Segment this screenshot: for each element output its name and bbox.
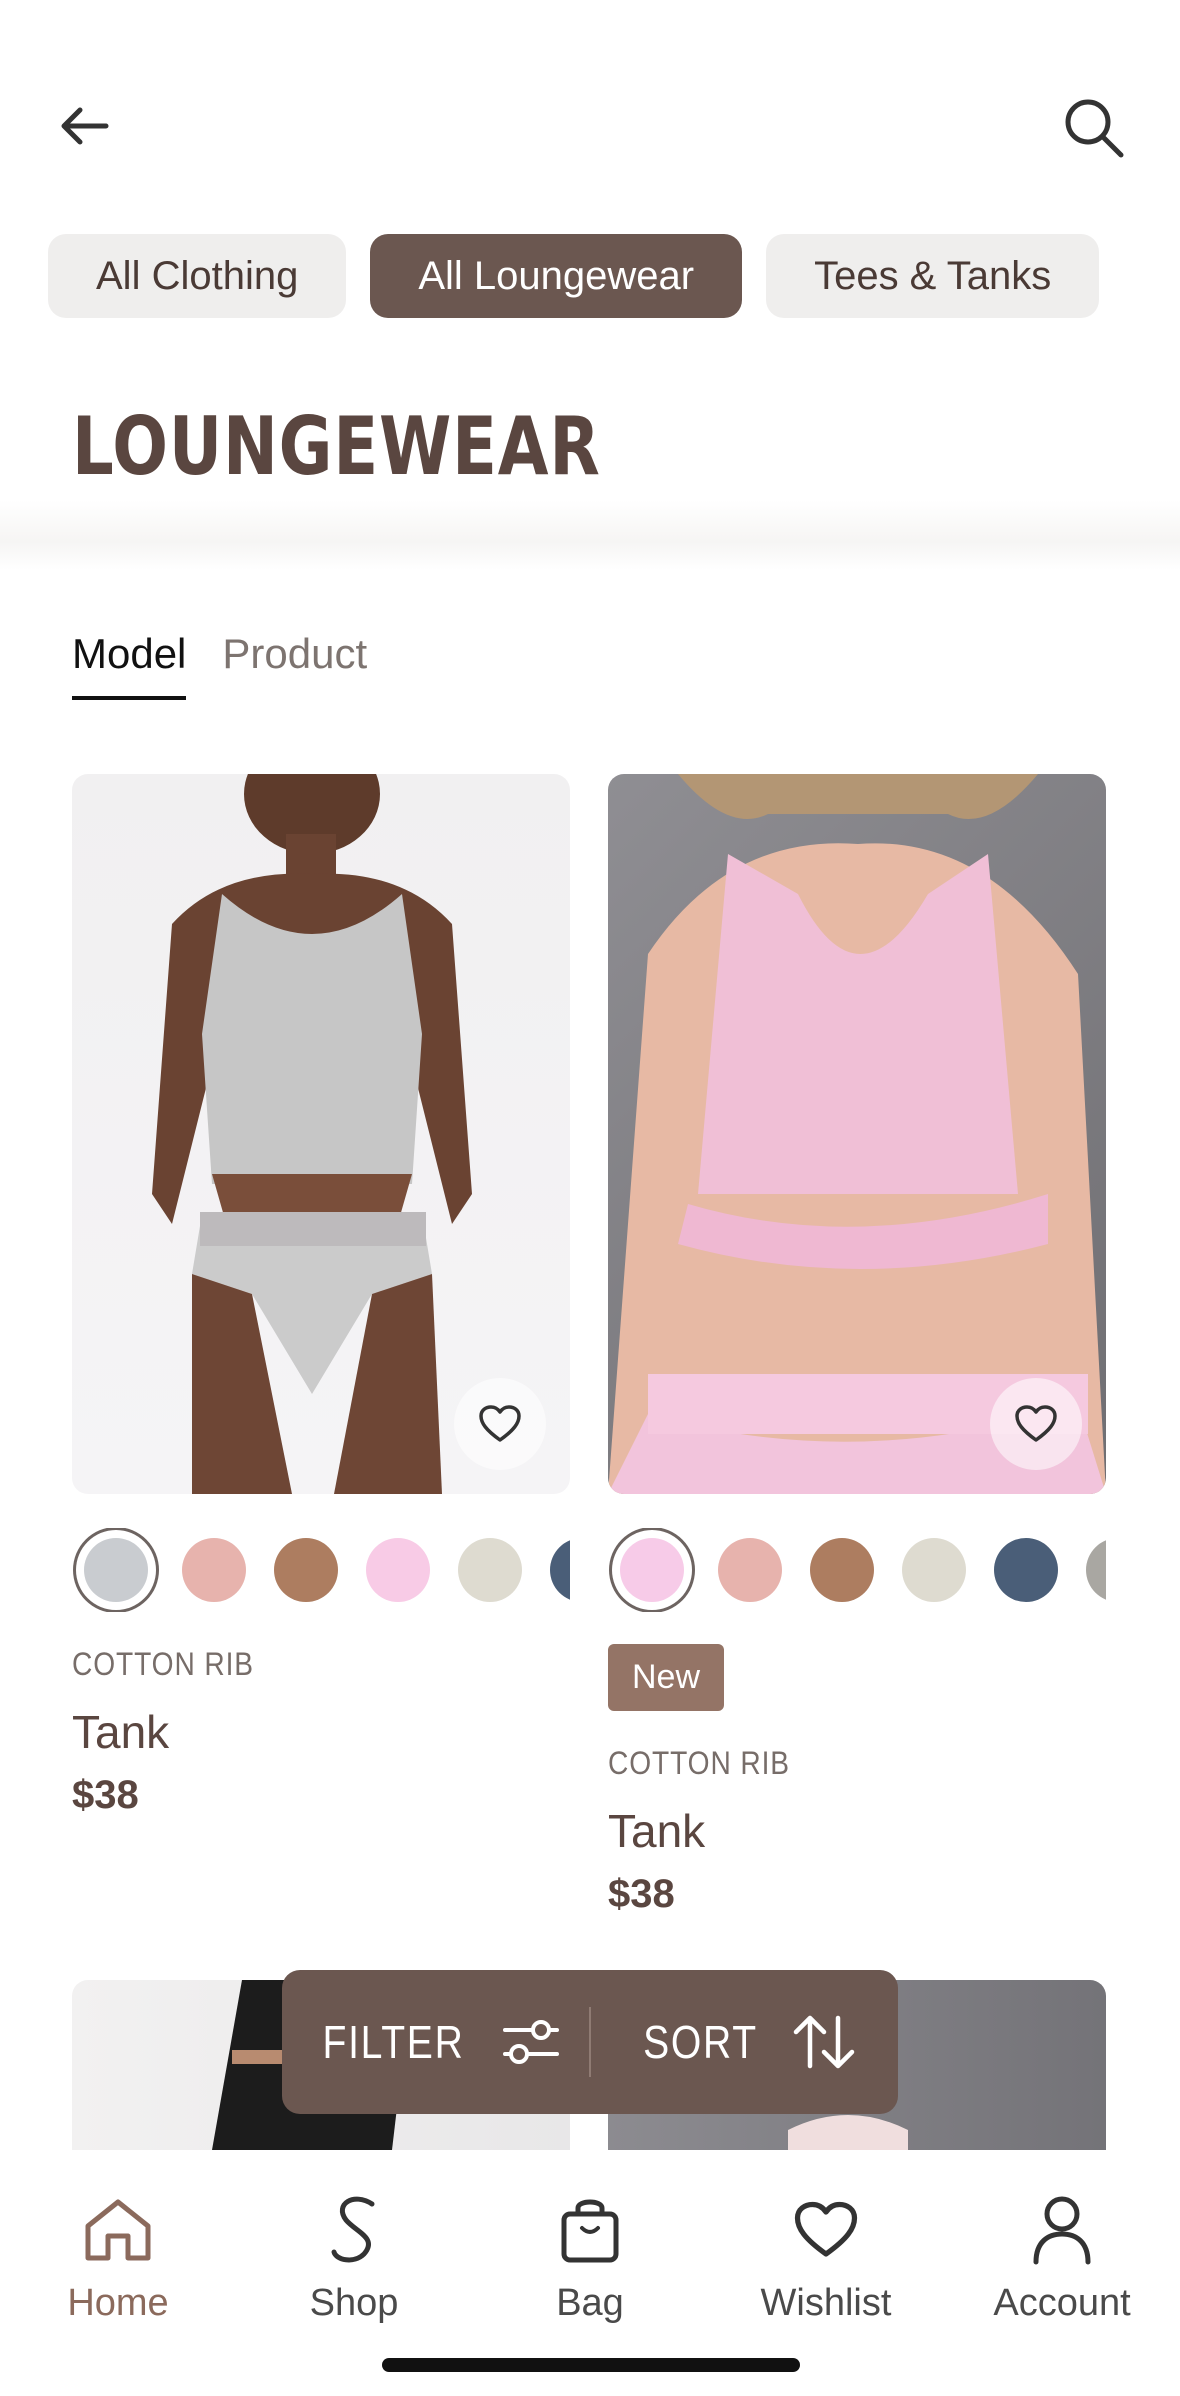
product-price: $38 <box>72 1773 139 1817</box>
product-price: $38 <box>608 1872 675 1916</box>
product-card[interactable]: COTTON RIB Tank $38 <box>72 774 570 1818</box>
color-swatch[interactable] <box>994 1538 1058 1602</box>
header-divider <box>0 500 1180 570</box>
wishlist-button[interactable] <box>454 1378 546 1470</box>
color-swatch[interactable] <box>366 1538 430 1602</box>
chip-tees-tanks[interactable]: Tees & Tanks <box>766 234 1100 318</box>
heart-icon <box>1015 1405 1057 1442</box>
color-swatch[interactable] <box>458 1538 522 1602</box>
collection-label: COTTON RIB <box>608 1745 790 1781</box>
product-card[interactable]: New COTTON RIB Tank $38 <box>608 774 1106 1917</box>
tab-product[interactable]: Product <box>222 630 367 700</box>
chip-all-clothing[interactable]: All Clothing <box>48 234 347 318</box>
category-chips: All Clothing All Loungewear Tees & Tanks <box>48 234 1100 318</box>
back-button[interactable] <box>48 90 120 162</box>
sort-arrows-icon <box>793 2015 855 2069</box>
nav-home[interactable]: Home <box>8 2190 228 2325</box>
chip-all-loungewear[interactable]: All Loungewear <box>370 234 743 318</box>
nav-account[interactable]: Account <box>952 2190 1172 2325</box>
search-button[interactable] <box>1052 86 1136 170</box>
nav-shop[interactable]: Shop <box>244 2190 464 2325</box>
nav-label: Home <box>67 2282 169 2324</box>
product-image[interactable] <box>608 774 1106 1494</box>
arrow-left-icon <box>61 107 109 145</box>
tab-model[interactable]: Model <box>72 630 187 700</box>
color-swatch[interactable] <box>1086 1538 1106 1602</box>
nav-bag[interactable]: Bag <box>480 2190 700 2325</box>
heart-icon <box>794 2201 858 2257</box>
nav-label: Bag <box>556 2282 624 2324</box>
shop-s-icon <box>331 2196 375 2263</box>
nav-label: Shop <box>309 2282 399 2324</box>
color-swatch[interactable] <box>810 1538 874 1602</box>
nav-label: Wishlist <box>760 2282 892 2324</box>
color-swatch[interactable] <box>274 1538 338 1602</box>
color-swatch[interactable] <box>550 1538 570 1602</box>
nav-label: Account <box>993 2282 1131 2324</box>
color-swatches <box>608 1528 1106 1612</box>
color-swatch[interactable] <box>84 1538 148 1602</box>
wishlist-button[interactable] <box>990 1378 1082 1470</box>
color-swatch[interactable] <box>620 1538 684 1602</box>
filter-button[interactable]: FILTER <box>282 2015 589 2069</box>
nav-wishlist[interactable]: Wishlist <box>716 2190 936 2325</box>
collection-label: COTTON RIB <box>72 1646 254 1682</box>
home-icon <box>85 2199 151 2261</box>
color-swatch[interactable] <box>182 1538 246 1602</box>
view-toggle: Model Product <box>72 630 367 700</box>
heart-icon <box>479 1405 521 1442</box>
color-swatch[interactable] <box>718 1538 782 1602</box>
bag-icon <box>561 2199 619 2263</box>
sort-button[interactable]: SORT <box>591 2014 898 2070</box>
search-icon <box>1065 99 1124 158</box>
color-swatches <box>72 1528 570 1612</box>
page-title: LOUNGEWEAR <box>72 400 601 493</box>
product-name[interactable]: Tank <box>608 1804 1106 1858</box>
home-indicator <box>382 2358 800 2372</box>
sliders-icon <box>503 2020 560 2064</box>
new-badge: New <box>608 1644 725 1711</box>
color-swatch[interactable] <box>902 1538 966 1602</box>
filter-label: FILTER <box>322 2016 465 2068</box>
filter-sort-bar: FILTER SORT <box>282 1970 898 2114</box>
product-image[interactable] <box>72 774 570 1494</box>
user-icon <box>1033 2196 1091 2265</box>
product-name[interactable]: Tank <box>72 1705 570 1759</box>
sort-label: SORT <box>643 2016 758 2068</box>
